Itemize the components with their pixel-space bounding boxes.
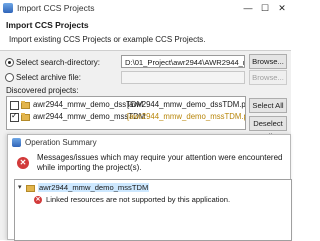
import-dialog-titlebar: Import CCS Projects — ☐ ✕: [0, 0, 291, 17]
collapse-icon[interactable]: ▾: [18, 183, 22, 191]
archive-file-radio[interactable]: [5, 73, 14, 82]
search-directory-input[interactable]: D:\01_Project\awr2944\AWR2944_mmw_TDM_de…: [121, 55, 245, 68]
issues-tree[interactable]: ▾ awr2944_mmw_demo_mssTDM ✕ Linked resou…: [14, 179, 292, 241]
minimize-button[interactable]: —: [241, 2, 255, 14]
error-icon: ✕: [34, 196, 42, 204]
summary-message: Messages/issues which may require your a…: [37, 153, 283, 172]
project-row[interactable]: awr2944_mmw_demo_dssTDM [awr2944_mmw_dem…: [7, 99, 246, 111]
maximize-button[interactable]: ☐: [258, 2, 272, 14]
import-dialog-header: Import CCS Projects Import existing CCS …: [0, 17, 291, 51]
tree-issue-text: Linked resources are not supported by th…: [46, 195, 231, 204]
tree-project-row[interactable]: ▾ awr2944_mmw_demo_mssTDM: [15, 183, 291, 193]
folder-icon: [21, 113, 30, 121]
discovered-projects-list[interactable]: awr2944_mmw_demo_dssTDM [awr2944_mmw_dem…: [6, 96, 246, 130]
folder-icon: [21, 101, 30, 109]
project-path: [awr2944_mmw_demo_dssTDM.project]: [127, 100, 246, 109]
browse-archive-button[interactable]: Browse...: [249, 70, 287, 85]
tree-project-name: awr2944_mmw_demo_mssTDM: [38, 183, 150, 192]
project-path: [awr2944_mmw_demo_mssTDM.projec: [127, 112, 245, 121]
operation-summary-dialog: Operation Summary ✕ Messages/issues whic…: [7, 134, 292, 241]
archive-file-input[interactable]: [121, 71, 245, 84]
discovered-projects-label: Discovered projects:: [6, 86, 79, 95]
project-row[interactable]: awr2944_mmw_demo_mssTDM [awr2944_mmw_dem…: [7, 111, 245, 123]
app-icon: [12, 138, 21, 147]
app-icon: [3, 3, 13, 13]
header-description: Import existing CCS Projects or example …: [9, 35, 206, 44]
operation-summary-titlebar: Operation Summary: [8, 135, 290, 149]
deselect-all-button[interactable]: Deselect All: [249, 116, 287, 141]
header-title: Import CCS Projects: [6, 20, 89, 30]
project-checkbox[interactable]: [10, 101, 19, 110]
search-directory-radio[interactable]: [5, 58, 14, 67]
search-directory-label: Select search-directory:: [16, 58, 101, 67]
browse-directory-button[interactable]: Browse...: [249, 54, 287, 69]
close-button[interactable]: ✕: [275, 2, 289, 14]
select-all-button[interactable]: Select All: [249, 98, 287, 113]
error-icon: ✕: [17, 157, 29, 169]
archive-file-label: Select archive file:: [16, 73, 81, 82]
import-dialog-window-title: Import CCS Projects: [17, 3, 95, 13]
project-icon: [26, 184, 35, 192]
operation-summary-window-title: Operation Summary: [25, 138, 97, 147]
project-checkbox[interactable]: [10, 111, 19, 122]
tree-issue-row[interactable]: ✕ Linked resources are not supported by …: [15, 195, 291, 205]
